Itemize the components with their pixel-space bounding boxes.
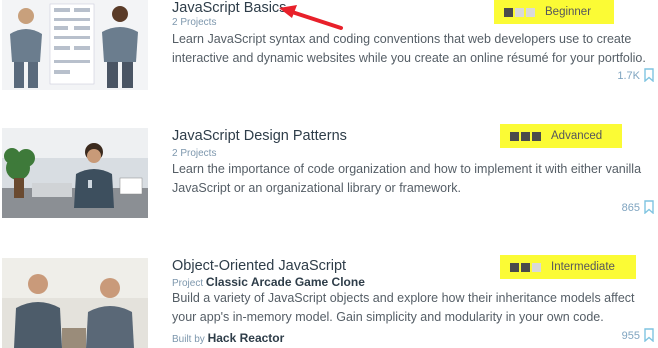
level-badge: Advanced: [500, 124, 622, 148]
bookmark-count: 1.7K: [617, 70, 640, 82]
course-meta: 2 Projects: [172, 17, 217, 28]
course-card-object-oriented-javascript[interactable]: Object-Oriented JavaScript Project Class…: [0, 252, 658, 348]
course-thumbnail[interactable]: [2, 258, 148, 348]
level-badge: Intermediate: [500, 255, 636, 279]
level-label: Beginner: [545, 6, 592, 18]
level-indicator: [510, 131, 541, 141]
built-by: Built by Hack Reactor: [172, 331, 284, 345]
level-label: Advanced: [551, 130, 603, 142]
bookmark-count: 955: [621, 330, 640, 342]
level-indicator: [510, 262, 541, 272]
bookmark-icon[interactable]: [644, 200, 654, 214]
bookmark-icon[interactable]: [644, 68, 654, 82]
course-title[interactable]: Object-Oriented JavaScript: [172, 258, 346, 274]
course-description: Learn the importance of code organizatio…: [172, 162, 642, 195]
builtby-prefix: Built by: [172, 334, 205, 345]
builtby-name[interactable]: Hack Reactor: [208, 331, 285, 345]
course-card-javascript-design-patterns[interactable]: JavaScript Design Patterns 2 Projects Le…: [0, 124, 658, 230]
course-project: Project Classic Arcade Game Clone: [172, 275, 365, 289]
course-title[interactable]: JavaScript Basics: [172, 0, 286, 16]
project-name[interactable]: Classic Arcade Game Clone: [206, 275, 365, 289]
bookmark-icon[interactable]: [644, 328, 654, 342]
level-indicator: [504, 7, 535, 17]
project-prefix: Project: [172, 278, 204, 289]
course-thumbnail[interactable]: [2, 128, 148, 218]
red-arrow-annotation: [279, 5, 343, 30]
course-description: Learn JavaScript syntax and coding conve…: [172, 32, 646, 65]
level-label: Intermediate: [551, 261, 615, 273]
level-badge: Beginner: [494, 0, 614, 24]
course-title[interactable]: JavaScript Design Patterns: [172, 128, 347, 144]
course-thumbnail[interactable]: [2, 0, 148, 90]
course-description: Build a variety of JavaScript objects an…: [172, 291, 635, 324]
course-meta: 2 Projects: [172, 148, 217, 159]
bookmark-count: 865: [621, 202, 640, 214]
